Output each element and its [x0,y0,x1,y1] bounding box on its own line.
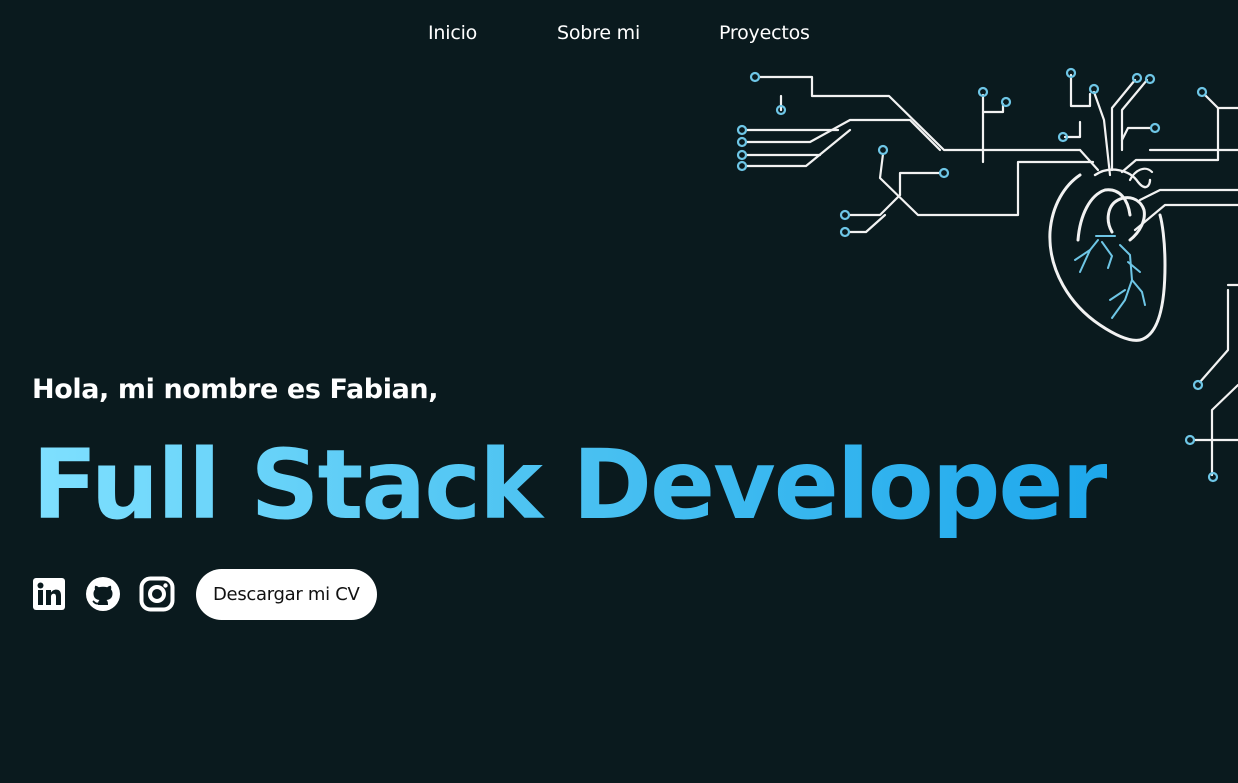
social-links: Descargar mi CV [30,568,377,620]
github-icon [86,577,120,611]
nav-link-sobre-mi[interactable]: Sobre mi [557,22,640,44]
instagram-link[interactable] [138,575,176,613]
nav-link-inicio[interactable]: Inicio [428,22,477,44]
hero-greeting: Hola, mi nombre es Fabian, [32,374,439,405]
nav-link-proyectos[interactable]: Proyectos [719,22,810,44]
linkedin-icon [33,578,65,610]
download-cv-button[interactable]: Descargar mi CV [196,568,377,620]
circuit-heart-illustration [736,67,1238,483]
instagram-icon [139,576,175,612]
top-navigation: Inicio Sobre mi Proyectos [0,20,1238,50]
github-link[interactable] [84,575,122,613]
portfolio-page: Inicio Sobre mi Proyectos Hola, mi nombr… [0,0,1238,783]
hero-headline: Full Stack Developer [32,429,1109,541]
circuit-lines [745,73,1238,477]
heart-vessels [1074,235,1146,319]
linkedin-link[interactable] [30,575,68,613]
